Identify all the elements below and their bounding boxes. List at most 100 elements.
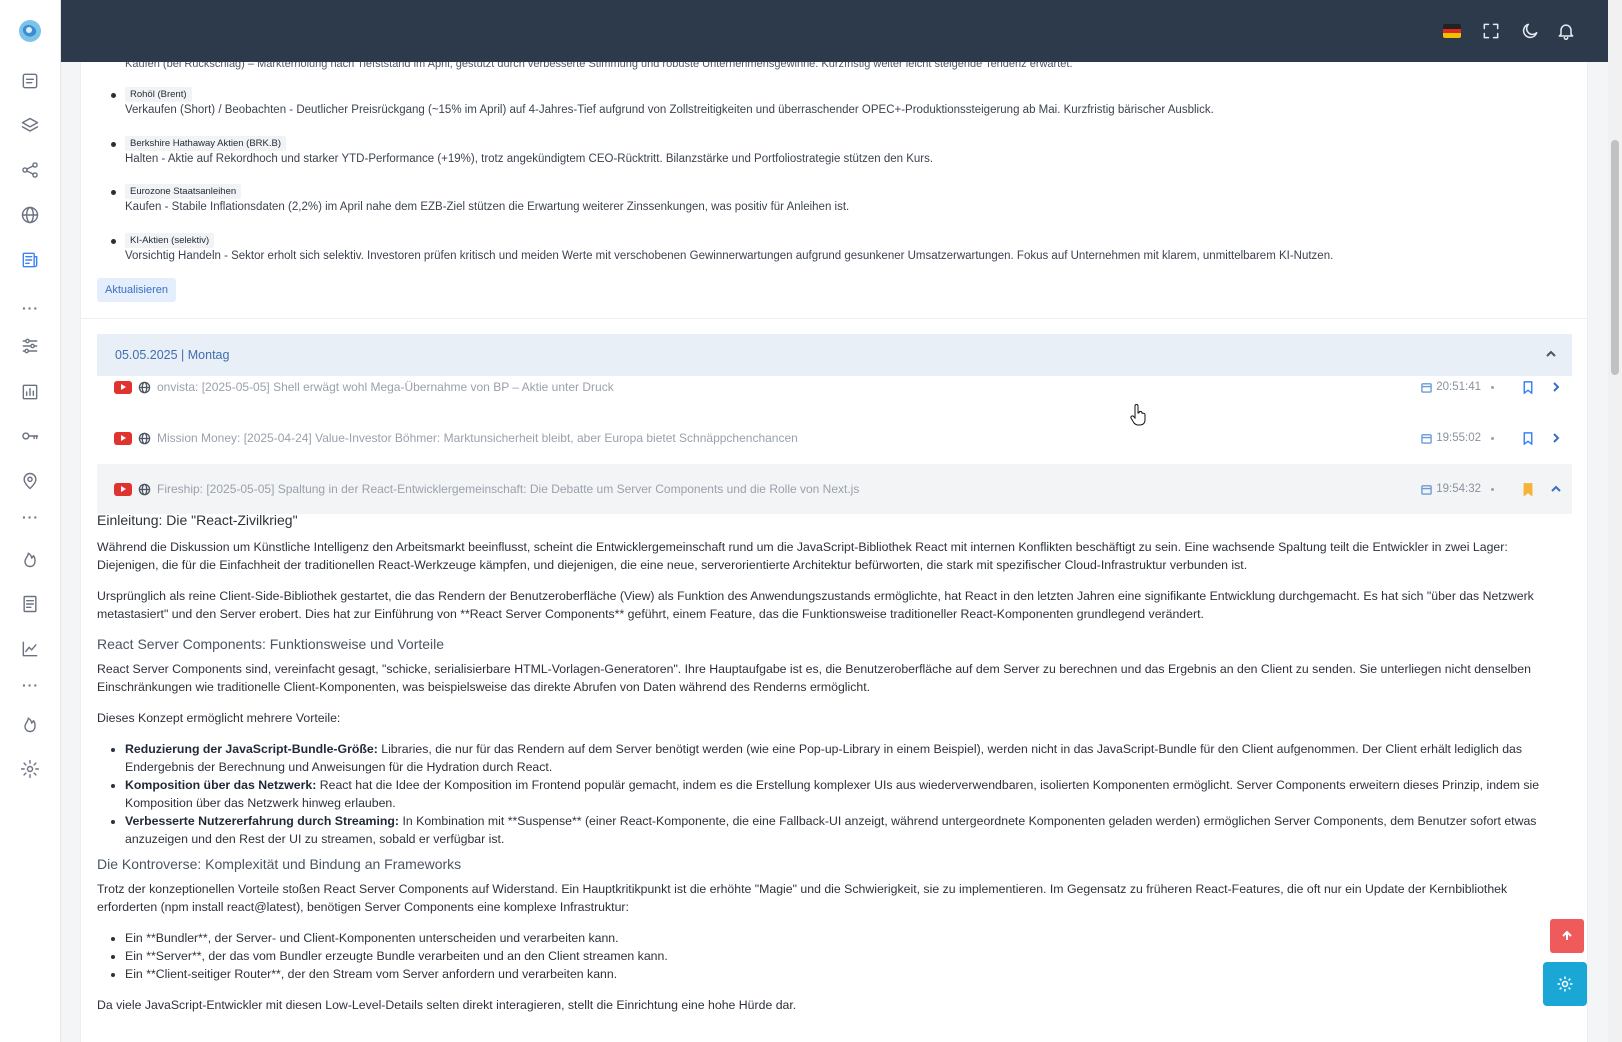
flame-icon — [24, 717, 36, 733]
recommendation-text: Verkaufen (Short) / Beobachten - Deutlic… — [125, 104, 1214, 116]
globe-icon — [21, 206, 39, 224]
paragraph: Trotz der konzeptionellen Vorteile stoße… — [97, 882, 1508, 914]
day-title: 05.05.2025 | Montag — [115, 348, 230, 362]
list-item: Ein **Client-seitiger Router**, der den … — [125, 965, 1547, 983]
video-meta: 19:55:02 — [1421, 413, 1562, 463]
asset-tag: Rohöl (Brent) — [125, 87, 192, 102]
more-dots-icon[interactable]: ··· — [22, 510, 39, 524]
dark-mode-toggle[interactable] — [1519, 20, 1541, 42]
infrastructure-list: Ein **Bundler**, der Server- und Client-… — [97, 929, 1547, 983]
video-time: 20:51:41 — [1436, 381, 1481, 393]
sidebar-item-news[interactable] — [18, 248, 42, 272]
divider — [81, 318, 1587, 319]
main-content: Kaufen (bei Rückschlag) – Markterholung … — [80, 62, 1588, 1042]
bookmark-filled-icon[interactable] — [1522, 482, 1534, 496]
youtube-icon — [114, 482, 132, 496]
notifications-button[interactable] — [1555, 20, 1577, 42]
sidebar-item-list[interactable] — [18, 592, 42, 616]
more-dots-icon[interactable]: ··· — [22, 301, 39, 315]
sidebar-item-reports[interactable] — [18, 380, 42, 404]
video-row[interactable]: Mission Money: [2025-04-24] Value-Invest… — [97, 413, 1572, 463]
video-title: onvista: [2025-05-05] Shell erwägt wohl … — [157, 380, 614, 394]
sliders-icon — [22, 338, 38, 354]
benefit-text: React hat die Idee der Komposition im Fr… — [125, 778, 1540, 810]
chevron-right-icon[interactable] — [1550, 381, 1562, 393]
list-item: Ein **Server**, der das vom Bundler erze… — [125, 947, 1547, 965]
video-meta: 19:54:32 — [1421, 464, 1562, 514]
list-item: Rohöl (Brent) Verkaufen (Short) / Beobac… — [105, 82, 1545, 131]
section-heading: Einleitung: Die "React-Zivilkrieg" — [97, 512, 298, 528]
video-meta: 20:51:41 — [1421, 362, 1562, 412]
share-nodes-icon — [22, 162, 38, 178]
layers-icon — [21, 117, 39, 132]
benefit-title: Verbesserte Nutzererfahrung durch Stream… — [125, 814, 400, 828]
list-item: Ein **Bundler**, der Server- und Client-… — [125, 929, 1547, 947]
list-item: Eurozone Staatsanleihen Kaufen - Stabile… — [105, 179, 1545, 228]
paragraph: Ursprünglich als reine Client-Side-Bibli… — [97, 589, 1534, 621]
chevron-up-icon[interactable] — [1550, 483, 1562, 495]
sidebar-item-world[interactable] — [18, 203, 42, 227]
asset-tag: KI-Aktien (selektiv) — [125, 232, 215, 248]
sidebar-item-settings[interactable] — [18, 757, 42, 781]
list-item: Reduzierung der JavaScript-Bundle-Größe:… — [125, 740, 1547, 776]
sidebar-item-analytics[interactable] — [18, 637, 42, 661]
sidebar-item-notes[interactable] — [18, 69, 42, 93]
language-switcher[interactable] — [1441, 20, 1463, 42]
more-dots-icon[interactable]: ··· — [22, 678, 39, 692]
scroll-to-top-button[interactable] — [1550, 919, 1584, 953]
recommendation-text: Halten - Aktie auf Rekordhoch und starke… — [125, 152, 934, 165]
page-scrollbar[interactable] — [1608, 0, 1622, 1042]
newspaper-icon — [22, 252, 38, 268]
bookmark-icon[interactable] — [1522, 431, 1534, 445]
settings-fab-button[interactable] — [1543, 962, 1587, 1006]
sidebar-item-layers[interactable] — [18, 114, 42, 138]
update-button[interactable]: Aktualisieren — [97, 278, 176, 302]
chevron-right-icon[interactable] — [1550, 432, 1562, 444]
hand-cursor-icon — [1130, 404, 1146, 426]
list-item: Verbesserte Nutzererfahrung durch Stream… — [125, 812, 1547, 848]
key-icon — [22, 432, 39, 440]
map-pin-icon — [23, 472, 37, 490]
flag-de-icon — [1443, 24, 1461, 38]
globe-icon — [138, 483, 151, 495]
section-heading: React Server Components: Funktionsweise … — [97, 636, 445, 652]
recommendation-text-cut: Kaufen (bei Rückschlag) – Markterholung … — [125, 62, 1073, 70]
gear-icon — [1557, 976, 1573, 992]
asset-tag: Eurozone Staatsanleihen — [125, 184, 242, 199]
video-row[interactable]: onvista: [2025-05-05] Shell erwägt wohl … — [97, 362, 1572, 412]
calendar-icon — [1421, 484, 1433, 495]
separator-dot — [1491, 487, 1494, 491]
fullscreen-button[interactable] — [1480, 20, 1502, 42]
sidebar-item-share[interactable] — [18, 158, 42, 182]
chevron-up-icon — [1546, 350, 1556, 357]
sidebar-item-trending[interactable] — [18, 547, 42, 571]
bell-icon — [1558, 24, 1574, 41]
section-heading: Die Kontroverse: Komplexität und Bindung… — [97, 856, 462, 872]
video-row-expanded[interactable]: Fireship: [2025-05-05] Spaltung in der R… — [97, 464, 1572, 514]
recommendation-text: Kaufen - Stabile Inflationsdaten (2,2%) … — [125, 201, 850, 213]
app-logo-icon[interactable] — [17, 18, 43, 44]
document-list-icon — [23, 595, 37, 613]
paragraph: Da viele JavaScript-Entwickler mit diese… — [97, 998, 797, 1012]
flame-icon — [24, 552, 36, 568]
video-title: Fireship: [2025-05-05] Spaltung in der R… — [157, 482, 860, 496]
sidebar-item-location[interactable] — [18, 469, 42, 493]
sidebar-item-filters[interactable] — [18, 334, 42, 358]
video-time: 19:55:02 — [1436, 432, 1481, 444]
bookmark-icon[interactable] — [1522, 380, 1534, 394]
sidebar-item-keys[interactable] — [18, 424, 42, 448]
globe-icon — [138, 432, 151, 444]
video-title: Mission Money: [2025-04-24] Value-Invest… — [157, 431, 798, 445]
sidebar-item-hot[interactable] — [18, 712, 42, 736]
paragraph: Dieses Konzept ermöglicht mehrere Vortei… — [97, 711, 341, 725]
benefits-list: Reduzierung der JavaScript-Bundle-Größe:… — [97, 740, 1547, 848]
paragraph: React Server Components sind, vereinfach… — [97, 662, 1531, 694]
paragraph: Während die Diskussion um Künstliche Int… — [97, 540, 1508, 572]
note-icon — [22, 73, 38, 89]
scrollbar-thumb[interactable] — [1611, 140, 1619, 375]
list-item: KI-Aktien (selektiv) Vorsichtig Handeln … — [105, 228, 1545, 277]
sidebar: ··· ··· ··· — [0, 0, 61, 1042]
separator-dot — [1491, 385, 1494, 389]
calendar-icon — [1421, 433, 1433, 444]
fullscreen-icon — [1483, 23, 1499, 39]
